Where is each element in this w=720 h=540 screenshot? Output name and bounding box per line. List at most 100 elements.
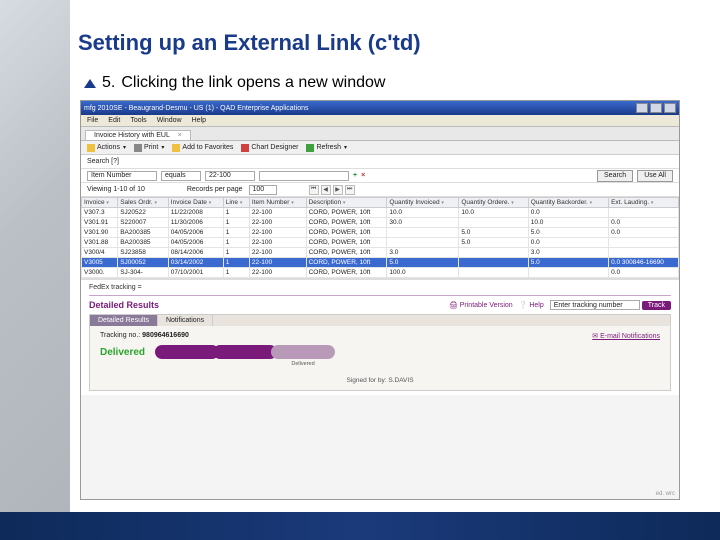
tab-invoice-history[interactable]: Invoice History with EUL × <box>85 130 191 140</box>
bullet-number: 5. <box>102 74 115 92</box>
table-cell: CORD, POWER, 10ft <box>306 228 387 238</box>
tracking-input[interactable]: Enter tracking number <box>550 300 640 310</box>
table-cell: S220007 <box>118 218 169 228</box>
tab-detailed-results[interactable]: Detailed Results <box>90 315 158 326</box>
table-cell: 07/10/2001 <box>168 268 223 278</box>
table-cell: 3.0 <box>387 248 459 258</box>
refresh-icon <box>306 144 314 152</box>
pager-last-icon[interactable]: ⏭ <box>345 185 355 195</box>
pager-next-icon[interactable]: ▶ <box>333 185 343 195</box>
table-cell: 22-100 <box>249 268 306 278</box>
menu-help[interactable]: Help <box>192 117 206 124</box>
tab-label: Invoice History with EUL <box>94 132 170 139</box>
table-cell: SJ23858 <box>118 248 169 258</box>
bullet-text: Clicking the link opens a new window <box>121 74 385 92</box>
search-add-icon[interactable]: + <box>353 172 357 179</box>
grid-col-header[interactable]: Item Number ▾ <box>249 198 306 208</box>
grid-col-header[interactable]: Ext. Lauding. ▾ <box>609 198 679 208</box>
chart-icon <box>241 144 249 152</box>
search-remove-icon[interactable]: × <box>361 172 365 179</box>
tab-notifications[interactable]: Notifications <box>158 315 213 326</box>
table-row[interactable]: V301.88BA20038504/05/2006122-100CORD, PO… <box>82 238 679 248</box>
pager-first-icon[interactable]: ⏮ <box>309 185 319 195</box>
email-notifications-link[interactable]: ✉ E-mail Notifications <box>592 332 660 340</box>
useall-button[interactable]: Use All <box>637 170 673 182</box>
table-cell: BA200385 <box>118 228 169 238</box>
table-cell: V307.3 <box>82 208 118 218</box>
fedex-tracking-label: FedEx tracking = <box>89 284 671 291</box>
grid-col-header[interactable]: Quantity Backorder. ▾ <box>528 198 608 208</box>
table-cell: SJ20522 <box>118 208 169 218</box>
toolbar-print[interactable]: Print▾ <box>134 144 164 152</box>
menu-edit[interactable]: Edit <box>108 117 120 124</box>
table-cell: 08/14/2006 <box>168 248 223 258</box>
table-cell: 5.0 <box>459 228 528 238</box>
toolbar-refresh[interactable]: Refresh▾ <box>306 144 347 152</box>
status-delivered: Delivered <box>100 347 145 358</box>
toolbar-chart[interactable]: Chart Designer <box>241 144 298 152</box>
table-cell: 5.0 <box>528 228 608 238</box>
table-row[interactable]: V307.3SJ2052211/22/2008122-100CORD, POWE… <box>82 208 679 218</box>
close-button[interactable] <box>664 103 676 113</box>
table-cell: V3005 <box>82 258 118 268</box>
table-cell <box>387 228 459 238</box>
table-row[interactable]: V3000.SJ-304-07/10/2001122-100CORD, POWE… <box>82 268 679 278</box>
search-button[interactable]: Search <box>597 170 633 182</box>
table-cell: 22-100 <box>249 248 306 258</box>
grid-col-header[interactable]: Description ▾ <box>306 198 387 208</box>
help-icon: ❔ <box>519 302 528 309</box>
toolbar: Actions▾ Print▾ Add to Favorites Chart D… <box>81 141 679 155</box>
table-cell <box>459 258 528 268</box>
view-row: Viewing 1-10 of 10 Records per page 100 … <box>81 183 679 197</box>
table-cell <box>459 248 528 258</box>
table-cell <box>459 268 528 278</box>
minimize-button[interactable] <box>636 103 648 113</box>
perpage-select[interactable]: 100 <box>249 185 277 195</box>
star-icon <box>172 144 180 152</box>
search-field-val[interactable]: 22-100 <box>205 171 255 181</box>
pager-prev-icon[interactable]: ◀ <box>321 185 331 195</box>
maximize-button[interactable] <box>650 103 662 113</box>
table-cell: 0.0 <box>609 228 679 238</box>
table-row[interactable]: V301.90BA20038504/05/2006122-100CORD, PO… <box>82 228 679 238</box>
toolbar-actions[interactable]: Actions▾ <box>87 144 126 152</box>
menu-window[interactable]: Window <box>157 117 182 124</box>
table-cell: 03/14/2002 <box>168 258 223 268</box>
track-button[interactable]: Track <box>642 301 671 310</box>
grid-col-header[interactable]: Line ▾ <box>223 198 249 208</box>
table-cell: 04/05/2006 <box>168 228 223 238</box>
print-icon: 🖨 <box>449 302 458 309</box>
bullet-row: 5. Clicking the link opens a new window <box>84 74 385 92</box>
grid-col-header[interactable]: Quantity Invoiced ▾ <box>387 198 459 208</box>
table-cell: 5.0 <box>459 238 528 248</box>
table-cell: V301.91 <box>82 218 118 228</box>
grid-col-header[interactable]: Quantity Ordere. ▾ <box>459 198 528 208</box>
grid-col-header[interactable]: Sales Ordr. ▾ <box>118 198 169 208</box>
table-row[interactable]: V300/4SJ2385808/14/2006122-100CORD, POWE… <box>82 248 679 258</box>
table-cell: 0.0 <box>609 268 679 278</box>
table-cell: CORD, POWER, 10ft <box>306 218 387 228</box>
table-cell <box>609 208 679 218</box>
search-field-name[interactable]: Item Number <box>87 171 157 181</box>
menu-file[interactable]: File <box>87 117 98 124</box>
search-field-op[interactable]: equals <box>161 171 201 181</box>
bullet-arrow-icon <box>84 79 96 88</box>
grid-col-header[interactable]: Invoice Date ▾ <box>168 198 223 208</box>
grid-col-header[interactable]: Invoice ▾ <box>82 198 118 208</box>
table-cell: 0.0 <box>528 238 608 248</box>
toolbar-favorites[interactable]: Add to Favorites <box>172 144 233 152</box>
table-cell: 1 <box>223 238 249 248</box>
search-field-extra[interactable] <box>259 171 349 181</box>
printable-version-link[interactable]: 🖨 Printable Version <box>449 301 513 309</box>
tracking-no-label: Tracking no.: <box>100 332 140 339</box>
table-cell: V301.88 <box>82 238 118 248</box>
help-link[interactable]: ❔ Help <box>519 301 544 309</box>
perpage-label: Records per page <box>187 186 243 193</box>
table-row[interactable]: V301.91S22000711/30/2006122-100CORD, POW… <box>82 218 679 228</box>
menu-tools[interactable]: Tools <box>130 117 146 124</box>
table-row[interactable]: V3005SJ0005203/14/2002122-100CORD, POWER… <box>82 258 679 268</box>
progress-stage-3: Delivered <box>271 345 335 359</box>
printer-icon <box>134 144 142 152</box>
window-title: mfg 2010SE - Beaugrand-Desmu - US (1) - … <box>84 105 309 112</box>
tab-close-icon[interactable]: × <box>178 132 182 139</box>
